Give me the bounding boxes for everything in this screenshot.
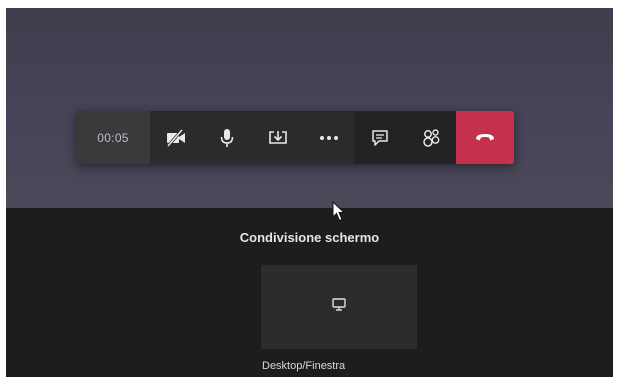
share-screen-icon bbox=[268, 129, 288, 147]
microphone-button[interactable] bbox=[201, 111, 252, 164]
video-stage: 00:05 bbox=[6, 8, 613, 208]
microphone-icon bbox=[219, 128, 235, 148]
mouse-pointer-icon bbox=[332, 200, 346, 227]
chat-icon bbox=[371, 129, 389, 147]
people-icon bbox=[420, 128, 442, 148]
camera-toggle-button[interactable] bbox=[150, 111, 201, 164]
more-actions-button[interactable] bbox=[303, 111, 354, 164]
share-desktop-window-tile[interactable] bbox=[261, 265, 417, 349]
share-panel-title: Condivisione schermo bbox=[239, 230, 380, 245]
phone-hangup-icon bbox=[475, 129, 495, 147]
share-screen-button[interactable] bbox=[252, 111, 303, 164]
ellipsis-icon bbox=[319, 135, 339, 141]
meeting-window: 00:05 Condivisione schermo Desktop/Fines… bbox=[6, 8, 613, 377]
share-desktop-window-label: Desktop/Finestra bbox=[262, 360, 346, 372]
call-timer: 00:05 bbox=[76, 111, 150, 164]
video-off-icon bbox=[165, 128, 187, 147]
hang-up-button[interactable] bbox=[456, 111, 514, 164]
monitor-icon bbox=[332, 298, 346, 316]
call-toolbar: 00:05 bbox=[76, 111, 514, 164]
participants-button[interactable] bbox=[405, 111, 456, 164]
chat-button[interactable] bbox=[354, 111, 405, 164]
